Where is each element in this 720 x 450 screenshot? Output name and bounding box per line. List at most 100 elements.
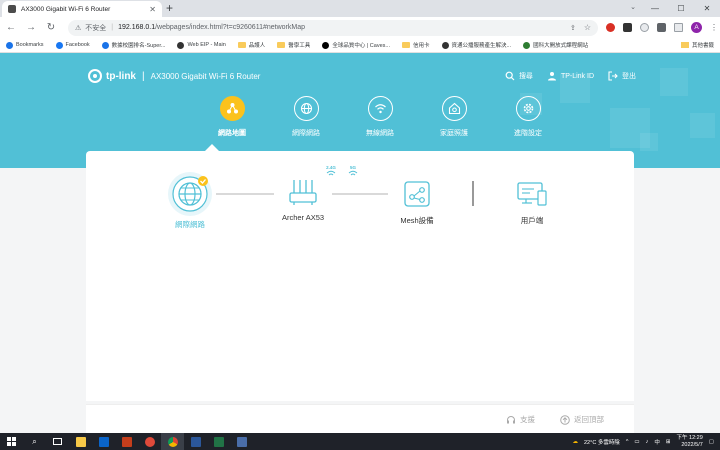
logout-label: 登出 bbox=[622, 73, 636, 80]
taskbar-search-icon[interactable]: ⌕ bbox=[23, 433, 46, 450]
record-extension-icon[interactable] bbox=[606, 23, 615, 32]
brand-logo[interactable]: tp-link | AX3000 Gigabit Wi-Fi 6 Router bbox=[88, 69, 260, 83]
back-to-top-button[interactable]: 返回頂部 bbox=[560, 414, 604, 425]
weather-text[interactable]: 22°C 多雲時陰 bbox=[584, 438, 620, 446]
decor-square bbox=[660, 68, 688, 96]
bookmark-item[interactable]: Web EIP - Main bbox=[177, 41, 226, 49]
wifi-icon bbox=[367, 96, 393, 121]
router-node[interactable]: Archer AX53 bbox=[274, 179, 332, 222]
bookmark-label: 醫學工具 bbox=[288, 43, 311, 49]
puzzle-icon[interactable] bbox=[657, 23, 666, 32]
nav-wireless[interactable]: 無線網路 bbox=[343, 96, 417, 138]
new-tab-button[interactable]: + bbox=[166, 2, 173, 14]
clock-date: 2022/5/7 bbox=[681, 441, 703, 448]
word-icon[interactable] bbox=[184, 433, 207, 450]
bookmark-item[interactable]: Facebook bbox=[55, 41, 90, 49]
network-map-icon bbox=[219, 96, 245, 121]
user-icon bbox=[547, 72, 556, 81]
facebook-icon bbox=[55, 41, 63, 49]
nav-internet[interactable]: 網際網路 bbox=[269, 96, 343, 138]
wifi-24-icon bbox=[326, 170, 336, 176]
other-bookmarks-label: 其他書籤 bbox=[691, 43, 714, 49]
support-button[interactable]: 支援 bbox=[506, 414, 535, 425]
insecure-warning-icon[interactable]: ⚠ bbox=[75, 24, 81, 32]
close-window-icon[interactable]: ✕ bbox=[694, 4, 720, 13]
other-bookmarks[interactable]: 其他書籤 bbox=[680, 41, 714, 49]
volume-icon[interactable]: ♪ bbox=[646, 439, 649, 445]
nav-label: 家庭照護 bbox=[440, 130, 468, 137]
bookmark-star-icon[interactable]: ☆ bbox=[584, 23, 591, 32]
notification-icon[interactable]: ▢ bbox=[709, 439, 714, 445]
minimize-icon[interactable]: — bbox=[642, 4, 668, 13]
nav-network-map[interactable]: 網路地圖 bbox=[195, 96, 269, 138]
extensions-area: A ⋮ bbox=[606, 22, 718, 33]
folder-icon bbox=[237, 42, 246, 48]
media-player-icon[interactable] bbox=[138, 433, 161, 450]
globe-icon bbox=[101, 41, 109, 49]
address-bar[interactable]: ⚠ 不安全 | 192.168.0.1 /webpages/index.html… bbox=[68, 19, 598, 36]
nav-advanced[interactable]: 進階設定 bbox=[491, 96, 565, 138]
task-view-icon[interactable] bbox=[46, 433, 69, 450]
excel-icon[interactable] bbox=[207, 433, 230, 450]
extension-icon[interactable] bbox=[640, 23, 649, 32]
bookmark-item[interactable]: 醫學工具 bbox=[277, 41, 310, 49]
globe-icon bbox=[177, 41, 185, 49]
bookmark-label: Facebook bbox=[65, 42, 90, 48]
logout-button[interactable]: 登出 bbox=[608, 71, 636, 81]
bookmark-label: 信用卡 bbox=[412, 43, 430, 49]
nav-label: 無線網路 bbox=[366, 130, 394, 137]
bookmark-item[interactable]: Bookmarks bbox=[6, 41, 44, 49]
bookmark-item[interactable]: 全球品質中心 | Caves... bbox=[322, 41, 390, 49]
back-icon[interactable]: ← bbox=[2, 22, 20, 33]
close-tab-icon[interactable]: ✕ bbox=[149, 5, 156, 14]
mesh-icon bbox=[404, 181, 430, 207]
nav-homecare[interactable]: 家庭照護 bbox=[417, 96, 491, 138]
bookmark-item[interactable]: 數據校園排名-Super... bbox=[101, 41, 165, 49]
maximize-icon[interactable]: ☐ bbox=[668, 4, 694, 13]
input-method-icon[interactable]: ⊞ bbox=[666, 439, 671, 445]
file-explorer-icon[interactable] bbox=[69, 433, 92, 450]
tplink-id-button[interactable]: TP-Link ID bbox=[547, 71, 594, 81]
clients-label: 用戶端 bbox=[520, 216, 544, 225]
system-tray: ☁ 22°C 多雲時陰 ^ ▭ ♪ 中 ⊞ 下午 12:29 2022/5/7 … bbox=[573, 433, 720, 450]
bookmark-label: 全球品質中心 | Caves... bbox=[332, 43, 390, 49]
brand-separator: | bbox=[142, 70, 145, 82]
start-button[interactable] bbox=[0, 433, 23, 450]
forward-icon[interactable]: → bbox=[22, 22, 40, 33]
internet-node[interactable]: 網際網路 bbox=[165, 171, 215, 230]
side-panel-icon[interactable] bbox=[674, 23, 683, 32]
band-5-indicator: 5G bbox=[348, 165, 358, 177]
reload-icon[interactable]: ↻ bbox=[42, 22, 60, 33]
tab-search-icon[interactable]: ⌄ bbox=[630, 3, 636, 11]
bookmark-item[interactable]: 信用卡 bbox=[401, 41, 430, 49]
address-divider: | bbox=[111, 24, 114, 31]
menu-kebab-icon[interactable]: ⋮ bbox=[710, 23, 718, 32]
headset-icon bbox=[507, 415, 515, 423]
outlook-icon[interactable] bbox=[92, 433, 115, 450]
network-icon[interactable]: ▭ bbox=[634, 439, 639, 445]
clock[interactable]: 下午 12:29 2022/5/7 bbox=[677, 435, 703, 448]
share-icon[interactable]: ⇪ bbox=[570, 24, 576, 32]
powerpoint-icon[interactable] bbox=[115, 433, 138, 450]
router-model: AX3000 Gigabit Wi-Fi 6 Router bbox=[150, 71, 261, 81]
bookmark-item[interactable]: 國科大開放式課程網站 bbox=[523, 41, 588, 49]
bookmark-item[interactable]: 品護人 bbox=[237, 41, 265, 49]
clients-node[interactable]: 用戶端 bbox=[506, 181, 558, 226]
calculator-icon[interactable] bbox=[230, 433, 253, 450]
browser-tab[interactable]: AX3000 Gigabit Wi-Fi 6 Router ✕ bbox=[2, 1, 162, 17]
search-button[interactable]: 搜尋 bbox=[505, 71, 533, 81]
profile-avatar[interactable]: A bbox=[691, 22, 702, 33]
bookmark-item[interactable]: 資通公播服務產生解決... bbox=[441, 41, 511, 49]
chrome-icon[interactable] bbox=[161, 433, 184, 450]
page-footer: 支援 返回頂部 bbox=[86, 404, 634, 433]
search-label: 搜尋 bbox=[518, 73, 533, 80]
mesh-node[interactable]: Mesh設備 bbox=[389, 181, 445, 226]
search-icon bbox=[505, 71, 515, 81]
back-to-top-label: 返回頂部 bbox=[574, 415, 604, 424]
main-navigation: 網路地圖 網際網路 無線網路 家庭照護 進階設定 bbox=[195, 96, 565, 138]
tray-overflow-icon[interactable]: ^ bbox=[626, 439, 629, 445]
tab-title: AX3000 Gigabit Wi-Fi 6 Router bbox=[21, 5, 111, 13]
download-extension-icon[interactable] bbox=[623, 23, 632, 32]
home-shield-icon bbox=[441, 96, 467, 121]
ime-indicator[interactable]: 中 bbox=[654, 438, 660, 446]
